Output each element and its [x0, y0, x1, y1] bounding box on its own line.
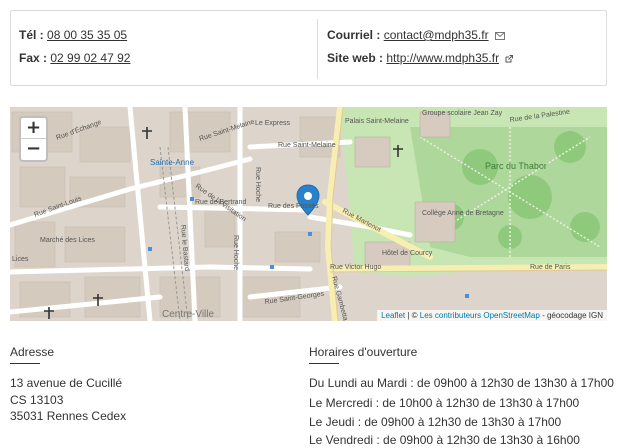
svg-text:Le Express: Le Express — [255, 120, 291, 127]
hours-title: Horaires d'ouverture — [309, 345, 418, 359]
svg-text:Rue de Paris: Rue de Paris — [530, 264, 571, 271]
hours-line-friday: Le Vendredi : de 09h00 à 12h30 de 13h30 … — [309, 433, 580, 447]
hours-line-monday-tuesday: Du Lundi au Mardi : de 09h00 à 12h30 de … — [309, 376, 614, 390]
svg-text:Parc du Thabor: Parc du Thabor — [485, 161, 547, 171]
fax-row: Fax : 02 99 02 47 92 — [19, 51, 130, 65]
map-tiles[interactable]: Rue d'Échange Rue Saint-Melaine Rue Sain… — [10, 107, 607, 321]
address-line-2: CS 13103 — [10, 393, 64, 407]
svg-text:Palais Saint-Melaine: Palais Saint-Melaine — [345, 118, 409, 125]
email-link[interactable]: contact@mdph35.fr — [384, 28, 489, 42]
svg-text:Hôtel de Courcy: Hôtel de Courcy — [382, 250, 433, 257]
hours-line-thursday: Le Jeudi : de 09h00 à 12h30 de 13h30 à 1… — [309, 415, 562, 429]
envelope-icon — [494, 29, 505, 43]
map-attribution: Leaflet | © Les contributeurs OpenStreet… — [377, 310, 607, 321]
attribution-separator: | © — [405, 311, 420, 320]
fax-link[interactable]: 02 99 02 47 92 — [50, 51, 130, 65]
site-link[interactable]: http://www.mdph35.fr — [386, 51, 499, 65]
svg-text:Rue des Fossés: Rue des Fossés — [268, 203, 319, 210]
tel-link[interactable]: 08 00 35 35 05 — [47, 28, 127, 42]
geocoding-credit: - géocodage IGN — [539, 311, 603, 320]
zoom-control: + − — [19, 116, 48, 162]
web-column: Courriel : contact@mdph35.fr Site web : … — [317, 19, 597, 79]
email-row: Courriel : contact@mdph35.fr — [327, 28, 505, 43]
svg-text:Groupe scolaire Jean Zay: Groupe scolaire Jean Zay — [422, 110, 503, 117]
phone-column: Tél : 08 00 35 35 05 Fax : 02 99 02 47 9… — [19, 11, 309, 85]
svg-text:Collège Anne de Bretagne: Collège Anne de Bretagne — [422, 210, 504, 217]
leaflet-link[interactable]: Leaflet — [381, 311, 405, 320]
osm-link[interactable]: Les contributeurs OpenStreetMap — [420, 311, 540, 320]
svg-text:Lices: Lices — [12, 256, 29, 263]
location-map[interactable]: Rue d'Échange Rue Saint-Melaine Rue Sain… — [10, 107, 607, 321]
svg-text:Rue Victor Hugo: Rue Victor Hugo — [330, 264, 381, 271]
zoom-in-button[interactable]: + — [21, 118, 46, 139]
address-line-3: 35031 Rennes Cedex — [10, 409, 127, 423]
address-line-1: 13 avenue de Cucillé — [10, 376, 123, 390]
contact-panel: Tél : 08 00 35 35 05 Fax : 02 99 02 47 9… — [10, 10, 607, 86]
svg-text:Rue Saint-Melaine: Rue Saint-Melaine — [278, 142, 336, 149]
svg-text:Marché des Lices: Marché des Lices — [40, 237, 95, 244]
svg-text:Rue Hoche: Rue Hoche — [232, 235, 239, 270]
svg-text:Centre-Ville: Centre-Ville — [162, 309, 214, 320]
site-label: Site web : — [327, 51, 384, 65]
hours-title-underline — [309, 363, 339, 364]
zoom-out-button[interactable]: − — [21, 139, 46, 160]
email-label: Courriel : — [327, 28, 381, 42]
site-row: Site web : http://www.mdph35.fr — [327, 51, 514, 66]
svg-text:Sainte-Anne: Sainte-Anne — [150, 158, 195, 167]
tel-row: Tél : 08 00 35 35 05 — [19, 28, 127, 42]
svg-text:Rue Hoche: Rue Hoche — [254, 167, 261, 202]
external-link-icon — [505, 52, 514, 66]
address-title: Adresse — [10, 345, 55, 359]
fax-label: Fax : — [19, 51, 48, 65]
hours-line-wednesday: Le Mercredi : de 10h00 à 12h30 de 13h30 … — [309, 396, 580, 410]
address-title-underline — [10, 363, 40, 364]
tel-label: Tél : — [19, 28, 44, 42]
